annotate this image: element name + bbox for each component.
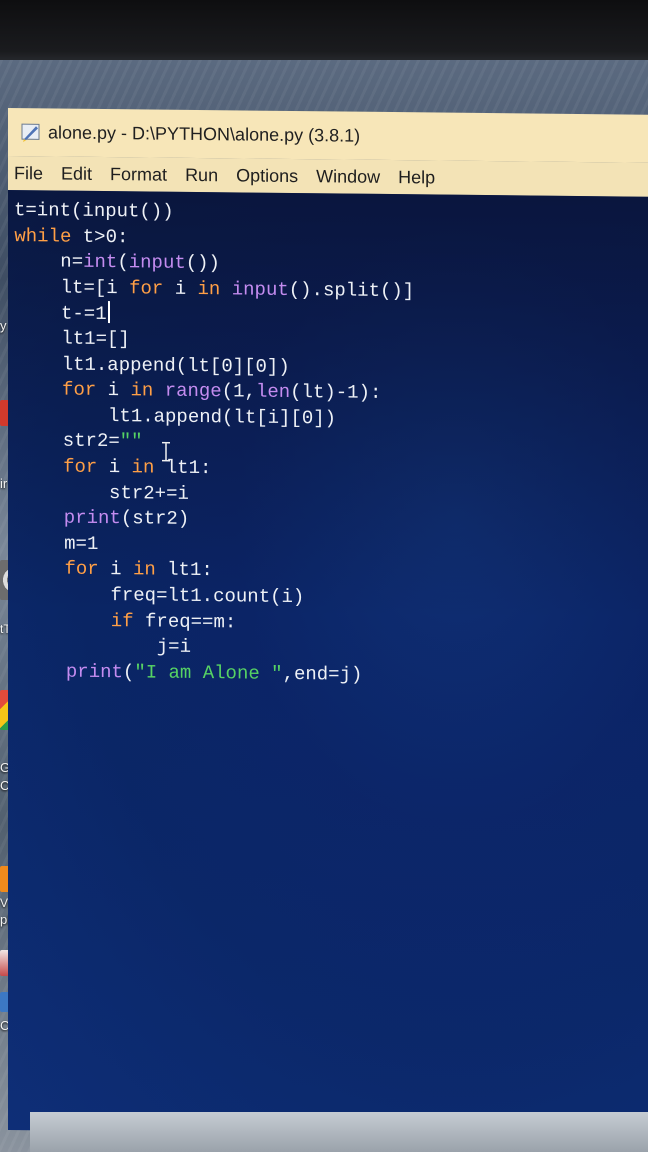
code-token: in xyxy=(197,277,221,301)
code-token: "" xyxy=(119,430,143,453)
window-bottom-edge xyxy=(30,1112,648,1152)
code-token: ( xyxy=(122,661,135,684)
code-line[interactable]: str2+=i xyxy=(18,480,189,506)
code-token: str2= xyxy=(17,429,120,453)
code-line[interactable]: t-=1 xyxy=(15,300,110,326)
code-editor[interactable]: t=int(input()) while t>0: n=int(input()) … xyxy=(8,190,648,1137)
code-line[interactable]: while t>0: xyxy=(14,224,128,249)
code-token: input xyxy=(128,251,186,275)
code-line[interactable]: freq=lt1.count(i) xyxy=(19,582,304,609)
code-token: freq=lt1.count(i) xyxy=(19,583,305,609)
code-token: i xyxy=(96,379,131,402)
menu-window[interactable]: Window xyxy=(307,166,389,188)
code-token: freq==m: xyxy=(133,609,237,633)
menu-format[interactable]: Format xyxy=(101,163,176,185)
code-token: str2+=i xyxy=(17,480,189,505)
code-token: print xyxy=(20,659,123,684)
code-token: "I am Alone " xyxy=(134,661,283,685)
window-title: alone.py - D:\PYTHON\alone.py (3.8.1) xyxy=(48,121,361,146)
code-line[interactable]: print(str2) xyxy=(18,505,189,531)
code-token: int xyxy=(83,250,118,274)
monitor-bezel xyxy=(0,0,648,64)
title-bar[interactable]: alone.py - D:\PYTHON\alone.py (3.8.1) xyxy=(8,108,648,163)
code-token: ,end=j) xyxy=(282,662,363,686)
code-token: if xyxy=(19,608,134,632)
code-token: for xyxy=(17,455,98,478)
code-token: ( xyxy=(117,251,129,274)
code-token: len xyxy=(255,380,291,404)
python-feather-icon xyxy=(21,123,40,143)
code-line[interactable]: n=int(input()) xyxy=(15,249,220,275)
code-token: in xyxy=(132,558,156,581)
code-line[interactable]: for i in range(1,len(lt)-1): xyxy=(16,377,381,405)
code-line[interactable]: lt=[i for i in input().split()] xyxy=(15,275,415,303)
code-token: n= xyxy=(14,250,84,273)
code-line[interactable]: print("I am Alone ",end=j) xyxy=(20,659,363,687)
code-token: lt=[i xyxy=(15,275,130,300)
code-token: for xyxy=(18,557,99,581)
code-line[interactable]: j=i xyxy=(20,633,191,659)
code-token: in xyxy=(131,456,155,479)
code-line[interactable]: lt1.append(lt[i][0]) xyxy=(17,403,336,430)
code-token: lt1=[] xyxy=(15,327,130,351)
code-token: ()) xyxy=(185,252,220,275)
code-token: i xyxy=(163,277,198,300)
code-line[interactable]: if freq==m: xyxy=(19,608,237,634)
code-token: print xyxy=(18,506,121,530)
code-token: while xyxy=(14,224,72,248)
code-token: j=i xyxy=(19,634,191,659)
code-token: range xyxy=(164,379,222,403)
code-line[interactable]: for i in lt1: xyxy=(17,454,212,480)
code-token: i xyxy=(98,558,133,581)
menu-help[interactable]: Help xyxy=(389,166,444,188)
code-token: input xyxy=(231,278,289,301)
code-line[interactable]: lt1=[] xyxy=(15,326,130,351)
code-token: (lt)-1): xyxy=(290,381,382,405)
code-token: lt1: xyxy=(155,558,213,582)
code-token: i xyxy=(97,455,132,479)
code-token: (str2) xyxy=(120,507,190,531)
code-token: ().split()] xyxy=(288,278,415,303)
code-line[interactable]: for i in lt1: xyxy=(18,557,213,583)
menu-options[interactable]: Options xyxy=(227,165,307,187)
code-token: for xyxy=(129,277,164,300)
code-token: lt1.append(lt[0][0]) xyxy=(16,352,290,378)
menu-edit[interactable]: Edit xyxy=(52,163,101,185)
code-token: for xyxy=(16,378,97,402)
screen-photo: y ir tT Go Ch VLC pl Code alone.py - D:\… xyxy=(0,0,648,1152)
code-token: lt1.append(lt[i][0]) xyxy=(16,403,337,430)
code-line[interactable]: t=int(input()) xyxy=(14,198,174,224)
menu-run[interactable]: Run xyxy=(176,164,227,186)
code-token: t>0: xyxy=(71,225,129,248)
menu-file[interactable]: File xyxy=(8,163,52,184)
idle-editor-window: alone.py - D:\PYTHON\alone.py (3.8.1) Fi… xyxy=(8,108,648,1137)
code-token: (1, xyxy=(221,380,256,403)
code-token: lt1: xyxy=(154,456,212,480)
code-token: t-=1 xyxy=(15,302,107,326)
code-line[interactable]: lt1.append(lt[0][0]) xyxy=(16,352,290,379)
code-token: in xyxy=(130,379,154,402)
code-token: t=int(input()) xyxy=(14,199,174,223)
code-line[interactable]: m=1 xyxy=(18,531,99,556)
code-line[interactable]: str2="" xyxy=(17,428,143,453)
code-token: m=1 xyxy=(18,531,99,555)
text-caret xyxy=(107,301,110,324)
